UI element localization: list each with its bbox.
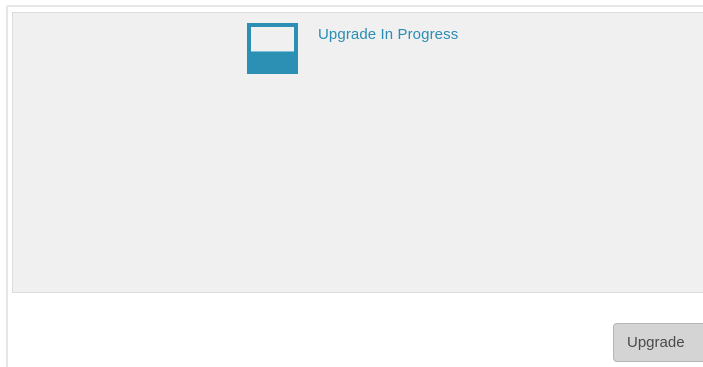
left-divider: [6, 6, 8, 367]
top-divider: [7, 5, 703, 7]
upgrade-page: Upgrade In Progress Upgrade: [0, 0, 703, 367]
monitor-screen-edge: [251, 51, 294, 52]
status-panel: [12, 12, 703, 293]
upgrade-button[interactable]: Upgrade: [613, 323, 703, 362]
status-title: Upgrade In Progress: [318, 26, 459, 43]
monitor-screen: [251, 27, 294, 51]
monitor-progress-icon: [247, 23, 298, 74]
